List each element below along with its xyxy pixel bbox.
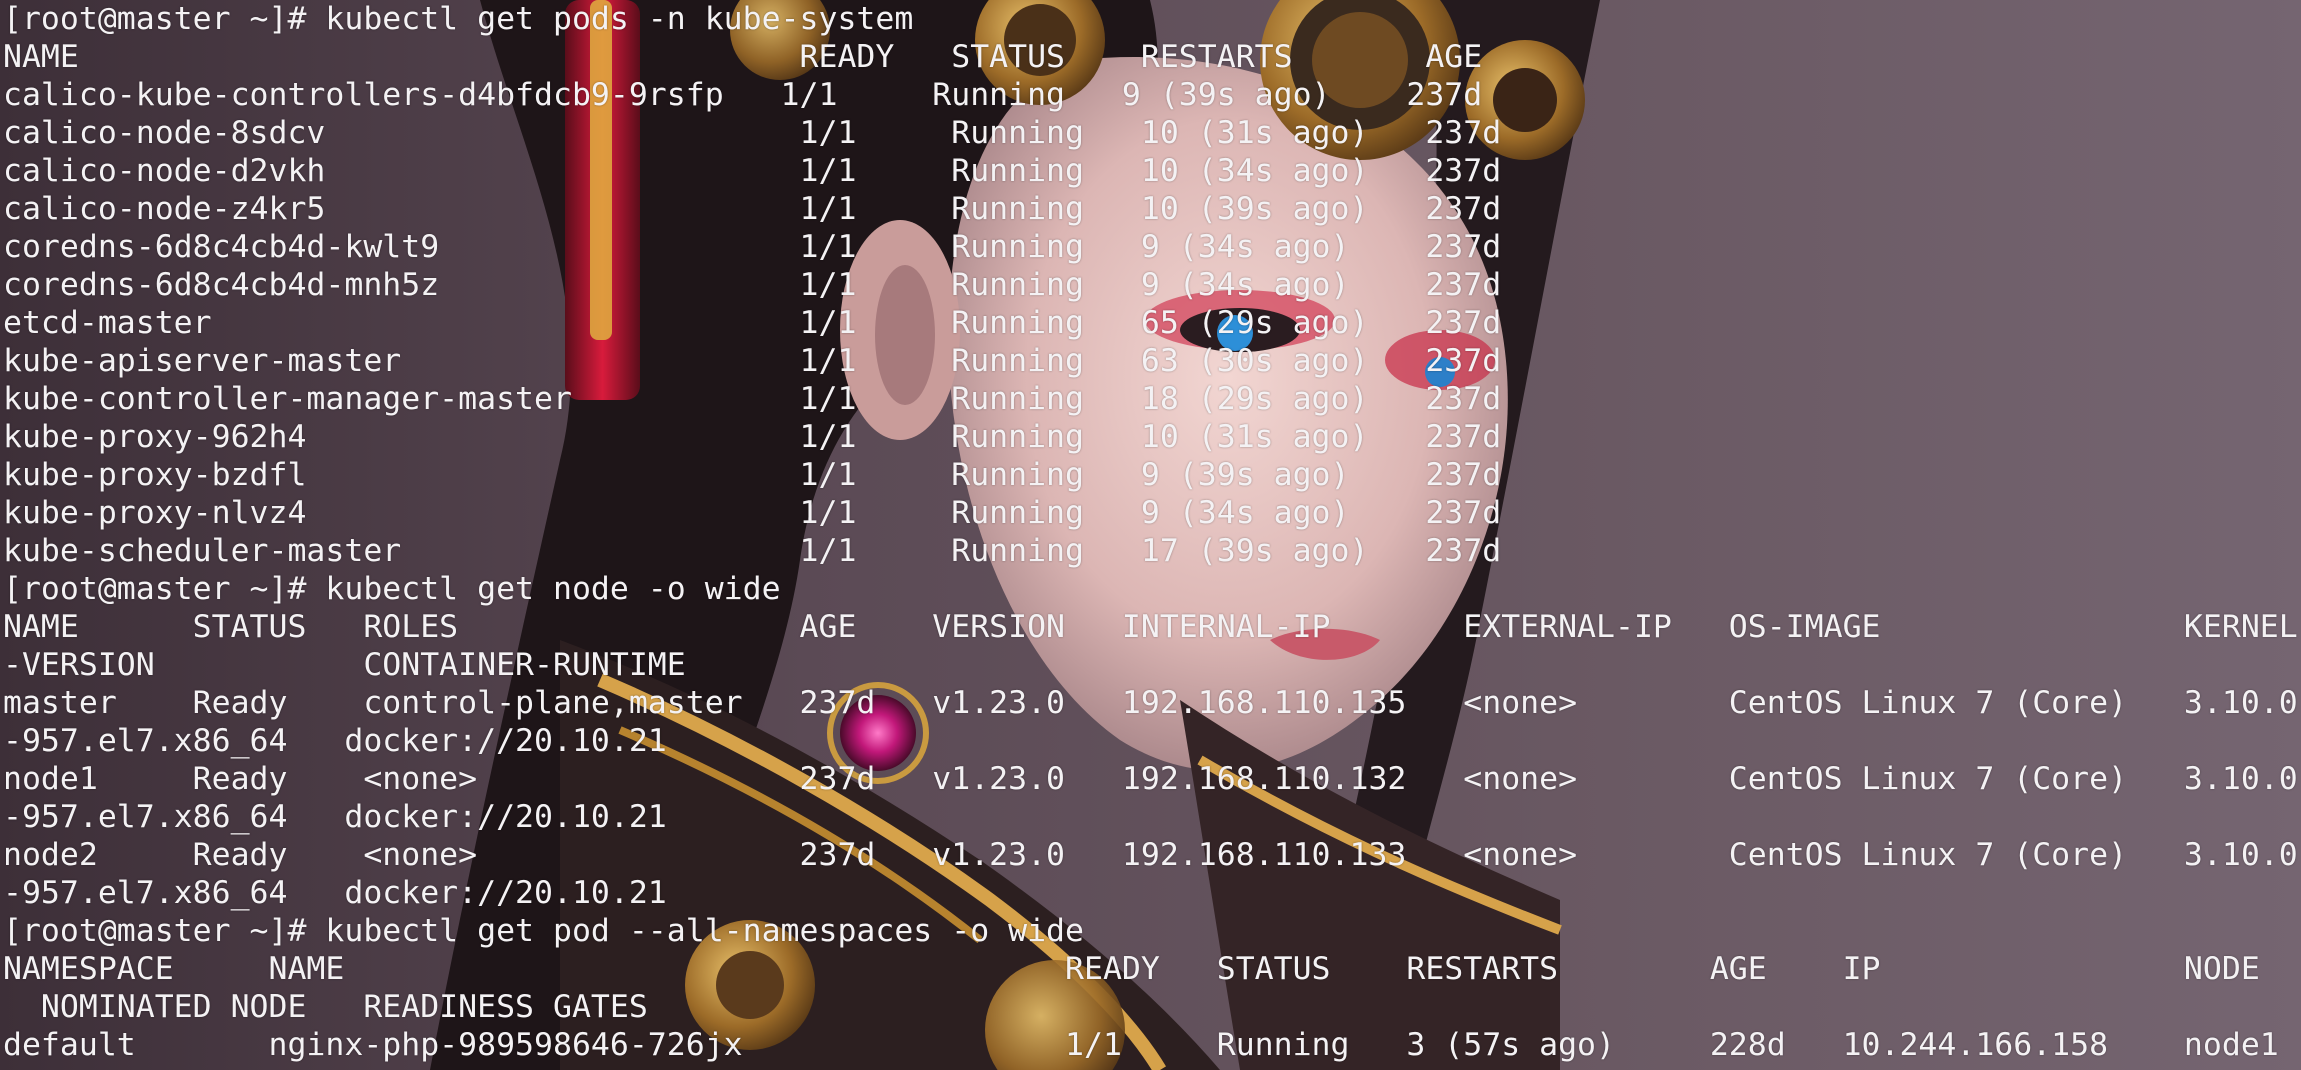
table-header: NAME STATUS ROLES AGE VERSION INTERNAL-I…	[3, 609, 2298, 645]
table-row-wrap: -957.el7.x86_64 docker://20.10.21	[3, 799, 667, 835]
table-row: kube-proxy-bzdfl 1/1 Running 9 (39s ago)…	[3, 457, 1502, 493]
table-row: default nginx-php-989598646-726jx 1/1 Ru…	[3, 1027, 2279, 1063]
table-header: NAMESPACE NAME READY STATUS RESTARTS AGE…	[3, 951, 2260, 987]
table-row: kube-scheduler-master 1/1 Running 17 (39…	[3, 533, 1502, 569]
table-row: etcd-master 1/1 Running 65 (29s ago) 237…	[3, 305, 1502, 341]
table-row: node1 Ready <none> 237d v1.23.0 192.168.…	[3, 761, 2298, 797]
table-row: master Ready control-plane,master 237d v…	[3, 685, 2298, 721]
table-row: coredns-6d8c4cb4d-mnh5z 1/1 Running 9 (3…	[3, 267, 1502, 303]
table-row: calico-kube-controllers-d4bfdcb9-9rsfp 1…	[3, 77, 1483, 113]
table-header: NAME READY STATUS RESTARTS AGE	[3, 39, 1483, 75]
prompt-line: [root@master ~]# kubectl get pods -n kub…	[3, 1, 914, 37]
table-row: kube-controller-manager-master 1/1 Runni…	[3, 381, 1502, 417]
table-header-wrap: NOMINATED NODE READINESS GATES	[3, 989, 648, 1025]
table-row: calico-node-z4kr5 1/1 Running 10 (39s ag…	[3, 191, 1502, 227]
table-row: calico-node-d2vkh 1/1 Running 10 (34s ag…	[3, 153, 1502, 189]
terminal-output[interactable]: [root@master ~]# kubectl get pods -n kub…	[3, 0, 2301, 1070]
table-row: kube-apiserver-master 1/1 Running 63 (30…	[3, 343, 1502, 379]
prompt-line: [root@master ~]# kubectl get pod --all-n…	[3, 913, 1084, 949]
table-row-wrap: -957.el7.x86_64 docker://20.10.21	[3, 723, 667, 759]
table-row: node2 Ready <none> 237d v1.23.0 192.168.…	[3, 837, 2298, 873]
table-row: calico-node-8sdcv 1/1 Running 10 (31s ag…	[3, 115, 1502, 151]
table-row: coredns-6d8c4cb4d-kwlt9 1/1 Running 9 (3…	[3, 229, 1502, 265]
table-row: kube-proxy-962h4 1/1 Running 10 (31s ago…	[3, 419, 1502, 455]
table-row: kube-proxy-nlvz4 1/1 Running 9 (34s ago)…	[3, 495, 1502, 531]
prompt-line: [root@master ~]# kubectl get node -o wid…	[3, 571, 781, 607]
table-row-wrap: -957.el7.x86_64 docker://20.10.21	[3, 875, 667, 911]
table-header-wrap: -VERSION CONTAINER-RUNTIME	[3, 647, 686, 683]
